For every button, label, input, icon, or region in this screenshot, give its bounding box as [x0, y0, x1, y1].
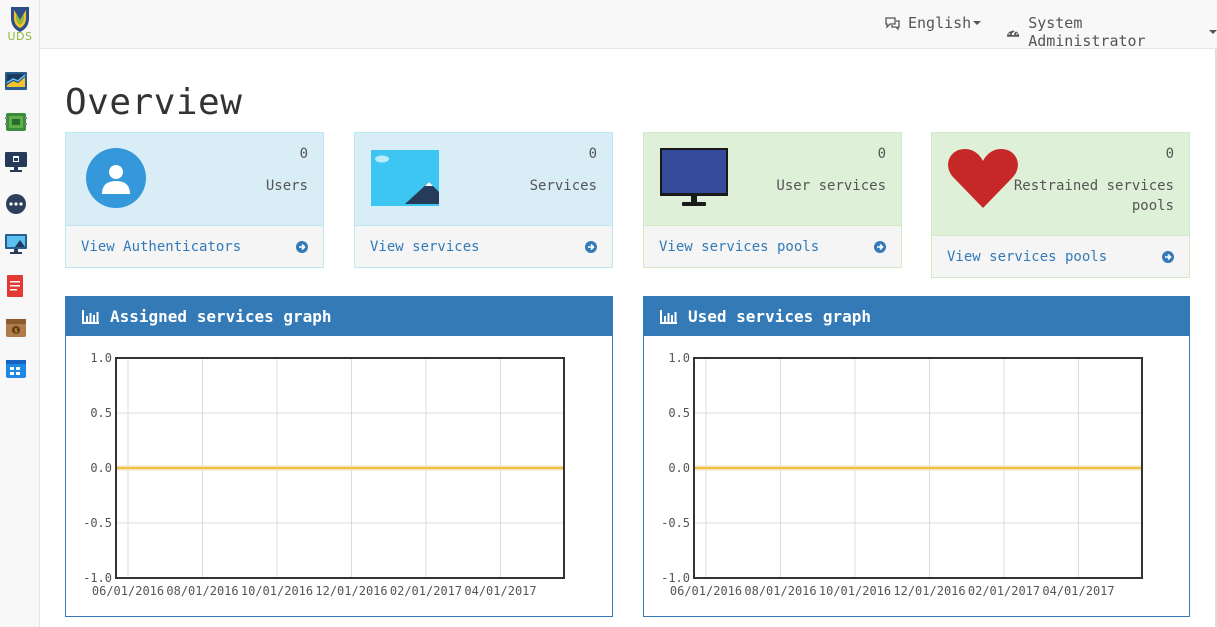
logo-text: UDS	[7, 30, 33, 43]
x-tick-label: 12/01/2016	[893, 584, 965, 598]
sidebar-item-authenticators[interactable]	[5, 152, 27, 174]
y-tick-label: 0.5	[90, 406, 112, 420]
arrow-circle-right-icon	[296, 240, 308, 253]
y-tick-label: -0.5	[83, 516, 112, 530]
arrow-circle-right-icon	[585, 240, 597, 253]
bar-chart-icon	[82, 310, 99, 324]
view-authenticators-link[interactable]: View Authenticators	[66, 225, 323, 267]
calendar-icon	[6, 360, 26, 378]
x-tick-label: 06/01/2016	[92, 584, 164, 598]
page-title: Overview	[65, 82, 243, 123]
sidebar-item-pools[interactable]	[5, 234, 27, 256]
pools-icon	[5, 234, 27, 254]
svg-text:$: $	[14, 328, 18, 335]
sidebar-item-services[interactable]	[5, 111, 27, 133]
authenticators-icon	[5, 152, 27, 172]
monitor-icon	[660, 148, 728, 206]
user-services-count: 0	[877, 146, 886, 162]
x-tick-label: 08/01/2016	[166, 584, 238, 598]
user-services-label: User services	[776, 178, 886, 194]
services-icon	[5, 113, 27, 131]
restrained-pools-label-line2: pools	[1131, 198, 1174, 214]
image-icon	[371, 150, 439, 206]
sidebar-item-dashboard[interactable]	[5, 71, 27, 93]
used-services-chart: 06/01/2016 08/01/2016 10/01/2016 12/01/2016…	[661, 351, 1143, 598]
comments-icon	[885, 16, 900, 30]
bar-chart-icon	[660, 310, 677, 324]
view-authenticators-label: View Authenticators	[81, 238, 242, 255]
user-dropdown[interactable]: System Administrator	[1006, 14, 1217, 50]
assigned-services-chart: 06/01/2016 08/01/2016 10/01/2016 12/01/2016…	[83, 351, 565, 598]
restrained-pools-label-line1: Restrained services	[1013, 178, 1174, 194]
y-tick-label: 0.0	[90, 461, 112, 475]
x-tick-label: 10/01/2016	[819, 584, 891, 598]
y-tick-label: 0.5	[668, 406, 690, 420]
x-tick-label: 02/01/2017	[390, 584, 462, 598]
y-tick-label: -0.5	[661, 516, 690, 530]
view-services-pools-label: View services pools	[659, 238, 820, 255]
view-restrained-pools-label: View services pools	[947, 248, 1108, 265]
assigned-services-title: Assigned services graph	[110, 307, 332, 326]
restrained-pools-panel: 0 Restrained services pools View service…	[931, 132, 1190, 278]
user-name: System Administrator	[1028, 14, 1146, 50]
sidebar: UDS $	[0, 0, 40, 627]
arrow-circle-right-icon	[1162, 250, 1174, 263]
x-tick-label: 06/01/2016	[670, 584, 742, 598]
sidebar-item-calendar[interactable]	[5, 357, 27, 379]
view-services-pools-link[interactable]: View services pools	[644, 225, 901, 267]
chevron-down-icon	[973, 21, 982, 25]
x-tick-label: 08/01/2016	[744, 584, 816, 598]
assigned-services-header: Assigned services graph	[66, 297, 612, 336]
reports-icon	[7, 275, 23, 297]
user-services-panel: 0 User services View services pools	[643, 132, 902, 268]
y-tick-label: -1.0	[83, 571, 112, 585]
used-services-header: Used services graph	[644, 297, 1189, 336]
services-panel: 0 Services View services	[354, 132, 613, 268]
x-tick-label: 04/01/2017	[1042, 584, 1114, 598]
y-tick-label: 0.0	[668, 461, 690, 475]
used-services-title: Used services graph	[688, 307, 872, 326]
view-services-label: View services	[370, 238, 480, 255]
users-panel: 0 Users View Authenticators	[65, 132, 324, 268]
dashboard-icon	[5, 72, 27, 90]
dashboard-gauge-icon	[1006, 29, 1020, 37]
sidebar-item-reports[interactable]	[5, 275, 27, 297]
users-label: Users	[265, 178, 308, 194]
restrained-pools-count: 0	[1165, 146, 1174, 162]
top-navbar: English System Administrator	[40, 0, 1217, 50]
view-restrained-pools-link[interactable]: View services pools	[932, 235, 1189, 277]
gallery-icon: $	[6, 319, 26, 337]
x-tick-label: 04/01/2017	[464, 584, 536, 598]
chevron-down-icon	[1209, 30, 1217, 34]
user-icon	[86, 148, 146, 208]
services-count: 0	[588, 146, 597, 162]
sidebar-item-more[interactable]	[5, 193, 27, 215]
sidebar-item-gallery[interactable]: $	[5, 316, 27, 338]
services-label: Services	[529, 178, 597, 194]
view-services-link[interactable]: View services	[355, 225, 612, 267]
language-label: English	[908, 14, 972, 32]
used-services-panel: Used services graph 06/01/2016 08/01/2016…	[643, 296, 1190, 617]
heart-icon	[948, 149, 1018, 208]
assigned-services-panel: Assigned services graph 06/01/2016 08/01/…	[65, 296, 613, 617]
x-tick-label: 10/01/2016	[241, 584, 313, 598]
arrow-circle-right-icon	[874, 240, 886, 253]
y-tick-label: 1.0	[90, 351, 112, 365]
restrained-pools-label: Restrained services pools	[1014, 176, 1174, 216]
x-tick-label: 02/01/2017	[968, 584, 1040, 598]
users-count: 0	[299, 146, 308, 162]
language-dropdown[interactable]: English	[885, 14, 982, 32]
x-tick-label: 12/01/2016	[315, 584, 387, 598]
more-icon	[6, 194, 26, 214]
y-tick-label: 1.0	[668, 351, 690, 365]
y-tick-label: -1.0	[661, 571, 690, 585]
